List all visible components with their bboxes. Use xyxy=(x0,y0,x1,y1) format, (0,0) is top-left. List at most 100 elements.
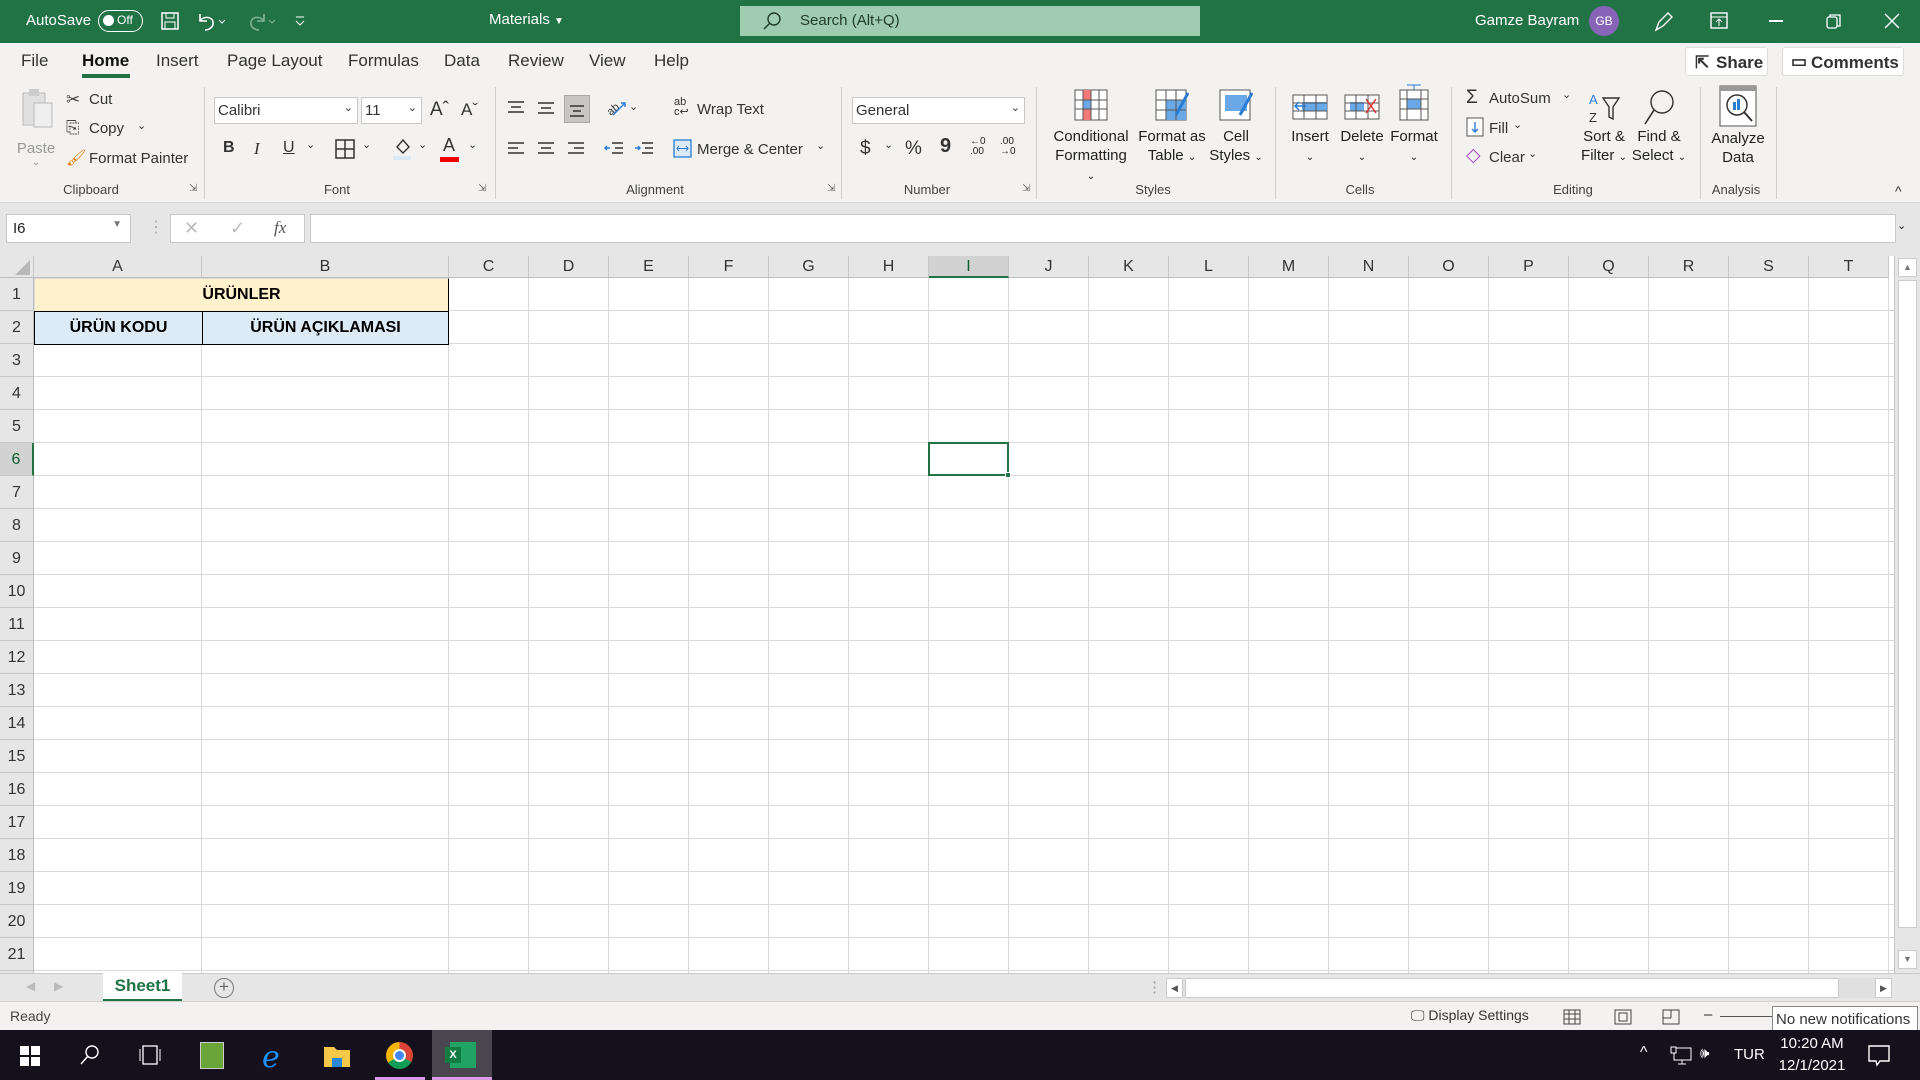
display-settings-button[interactable]: 🖵 Display Settings xyxy=(1411,1007,1529,1024)
task-view-icon[interactable] xyxy=(138,1045,162,1065)
fill-color-icon[interactable] xyxy=(392,137,412,161)
row-header-15[interactable]: 15 xyxy=(0,740,34,773)
column-header-p[interactable]: P xyxy=(1489,256,1569,278)
column-header-h[interactable]: H xyxy=(849,256,929,278)
column-header-r[interactable]: R xyxy=(1649,256,1729,278)
restore-button[interactable] xyxy=(1826,13,1842,29)
document-title[interactable]: Materials ▼ xyxy=(489,11,564,28)
insert-function-button[interactable]: fx xyxy=(274,218,286,238)
show-hidden-icons[interactable]: ^ xyxy=(1640,1044,1648,1062)
column-header-k[interactable]: K xyxy=(1089,256,1169,278)
internet-explorer-icon[interactable]: e xyxy=(262,1040,280,1075)
tab-formulas[interactable]: Formulas xyxy=(348,51,419,71)
format-cells-button[interactable]: Format ⌄ xyxy=(1389,83,1439,167)
dialog-launcher-icon[interactable]: ⇲ xyxy=(1022,183,1030,194)
orientation-icon[interactable]: ab xyxy=(605,97,627,119)
column-header-l[interactable]: L xyxy=(1169,256,1249,278)
find-select-button[interactable]: Find & Select ⌄ xyxy=(1631,89,1687,167)
zoom-out-button[interactable]: – xyxy=(1704,1006,1712,1023)
notepad-app-icon[interactable] xyxy=(200,1042,224,1069)
increase-font-size-icon[interactable]: Aˆ xyxy=(430,99,449,121)
increase-decimal-icon[interactable]: ←0.00 xyxy=(970,137,986,157)
expand-formula-bar-icon[interactable]: ⌄ xyxy=(1897,219,1906,232)
row-header-17[interactable]: 17 xyxy=(0,806,34,839)
formula-input[interactable] xyxy=(310,214,1896,243)
insert-cells-button[interactable]: Insert ⌄ xyxy=(1285,89,1335,167)
currency-format-button[interactable]: $ xyxy=(860,138,871,160)
minimize-button[interactable] xyxy=(1769,20,1783,22)
top-align-icon[interactable] xyxy=(507,100,525,116)
volume-icon[interactable]: 🕪 xyxy=(1700,1045,1709,1062)
dialog-launcher-icon[interactable]: ⇲ xyxy=(827,183,835,194)
underline-button[interactable]: U xyxy=(283,139,295,157)
column-header-i[interactable]: I xyxy=(929,256,1009,278)
tab-view[interactable]: View xyxy=(589,51,626,71)
next-sheet-icon[interactable]: ▶ xyxy=(54,979,63,993)
chevron-down-icon[interactable]: ⌄ xyxy=(306,138,315,151)
row-header-18[interactable]: 18 xyxy=(0,839,34,872)
tab-data[interactable]: Data xyxy=(444,51,480,71)
windows-start-icon[interactable] xyxy=(20,1046,40,1066)
sort-filter-button[interactable]: AZ Sort & Filter ⌄ xyxy=(1576,89,1632,167)
scroll-down-icon[interactable]: ▼ xyxy=(1898,950,1917,969)
drag-handle-icon[interactable]: ⋮ xyxy=(148,217,164,237)
horizontal-scroll-thumb[interactable] xyxy=(1185,978,1839,998)
chevron-down-icon[interactable]: ⌄ xyxy=(362,138,371,151)
chevron-down-icon[interactable]: ⌄ xyxy=(884,138,893,151)
column-header-s[interactable]: S xyxy=(1729,256,1809,278)
tab-home[interactable]: Home xyxy=(82,51,129,71)
tab-review[interactable]: Review xyxy=(508,51,564,71)
column-header-q[interactable]: Q xyxy=(1569,256,1649,278)
clock-time[interactable]: 10:20 AM xyxy=(1780,1035,1843,1052)
increase-indent-icon[interactable] xyxy=(634,141,654,157)
comments-button[interactable]: ▭ Comments xyxy=(1782,47,1904,76)
number-format-select[interactable]: General ⌄ xyxy=(852,97,1025,124)
select-all-corner[interactable] xyxy=(0,256,34,278)
italic-button[interactable]: I xyxy=(254,139,260,159)
customize-quick-access-icon[interactable] xyxy=(294,14,306,28)
row-header-9[interactable]: 9 xyxy=(0,542,34,575)
scroll-thumb[interactable] xyxy=(1898,280,1917,928)
pen-icon[interactable] xyxy=(1652,10,1674,32)
analyze-data-button[interactable]: Analyze Data xyxy=(1708,85,1768,167)
scroll-up-icon[interactable]: ▲ xyxy=(1898,258,1917,277)
search-box[interactable]: Search (Alt+Q) xyxy=(740,6,1200,36)
normal-view-icon[interactable] xyxy=(1563,1009,1581,1025)
cell-a1-merged-title[interactable]: ÜRÜNLER xyxy=(34,278,449,312)
paste-button[interactable]: Paste ⌄ xyxy=(14,87,60,173)
font-size-select[interactable]: 11 ⌄ xyxy=(361,97,422,124)
selected-cell-i6[interactable] xyxy=(928,442,1011,478)
align-center-icon[interactable] xyxy=(537,141,555,157)
chevron-down-icon[interactable]: ⌄ xyxy=(418,138,427,151)
avatar[interactable]: GB xyxy=(1589,6,1619,36)
tab-help[interactable]: Help xyxy=(654,51,689,71)
conditional-formatting-button[interactable]: Conditional Formatting ⌄ xyxy=(1049,89,1133,186)
excel-taskbar-icon[interactable]: X xyxy=(432,1030,492,1080)
decrease-indent-icon[interactable] xyxy=(604,141,624,157)
column-header-b[interactable]: B xyxy=(202,256,449,278)
row-header-21[interactable]: 21 xyxy=(0,938,34,971)
cancel-icon[interactable]: ✕ xyxy=(184,218,199,239)
column-header-c[interactable]: C xyxy=(449,256,529,278)
format-as-table-button[interactable]: Format as Table ⌄ xyxy=(1137,89,1207,167)
row-header-14[interactable]: 14 xyxy=(0,707,34,740)
undo-icon[interactable] xyxy=(194,10,228,32)
split-handle-icon[interactable]: ⋮ xyxy=(1147,978,1162,996)
chevron-down-icon[interactable]: ⌄ xyxy=(468,138,477,151)
enter-check-icon[interactable]: ✓ xyxy=(230,218,245,239)
align-left-icon[interactable] xyxy=(507,141,525,157)
row-header-2[interactable]: 2 xyxy=(0,311,34,344)
horizontal-scrollbar[interactable]: ◀ ▶ xyxy=(1166,978,1892,998)
column-header-t[interactable]: T xyxy=(1809,256,1889,278)
row-header-8[interactable]: 8 xyxy=(0,509,34,542)
scroll-left-icon[interactable]: ◀ xyxy=(1166,978,1183,998)
row-header-7[interactable]: 7 xyxy=(0,476,34,509)
tab-file[interactable]: File xyxy=(21,51,48,71)
row-header-5[interactable]: 5 xyxy=(0,410,34,443)
comma-style-button[interactable]: 9 xyxy=(940,135,951,158)
column-header-j[interactable]: J xyxy=(1009,256,1089,278)
close-button[interactable] xyxy=(1884,13,1900,29)
vertical-scrollbar[interactable]: ▲ ▼ xyxy=(1894,256,1920,973)
row-header-13[interactable]: 13 xyxy=(0,674,34,707)
delete-cells-button[interactable]: Delete ⌄ xyxy=(1337,89,1387,167)
